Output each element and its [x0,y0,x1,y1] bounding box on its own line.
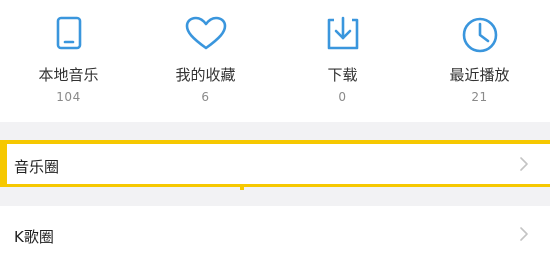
heart-icon [184,16,228,56]
list-item-music-circle[interactable]: 音乐圈 [0,140,550,187]
shortcut-label: 最近播放 [449,66,510,84]
shortcut-label: 下载 [327,66,358,84]
tablet-icon [52,16,86,56]
highlight-notch [240,186,244,190]
download-icon [323,16,363,56]
shortcut-download[interactable]: 下载 0 [274,0,411,122]
shortcut-label: 我的收藏 [175,66,236,84]
list-item-k-song[interactable]: K歌圈 [0,206,550,256]
clock-icon [460,16,500,58]
shortcut-count: 0 [338,90,347,104]
shortcut-panel: 本地音乐 104 我的收藏 6 下载 0 最近播放 21 [0,0,550,122]
chevron-right-icon [518,226,530,242]
shortcut-label: 本地音乐 [38,66,99,84]
shortcut-local-music[interactable]: 本地音乐 104 [0,0,137,122]
chevron-right-icon [518,156,530,172]
list-item-label: 音乐圈 [14,158,60,176]
shortcut-count: 21 [471,90,488,104]
shortcut-count: 6 [201,90,210,104]
highlight-accent-bar [0,140,7,187]
shortcut-count: 104 [56,90,81,104]
list-item-label: K歌圈 [14,228,54,246]
shortcut-favorites[interactable]: 我的收藏 6 [137,0,274,122]
shortcut-recent-play[interactable]: 最近播放 21 [411,0,548,122]
